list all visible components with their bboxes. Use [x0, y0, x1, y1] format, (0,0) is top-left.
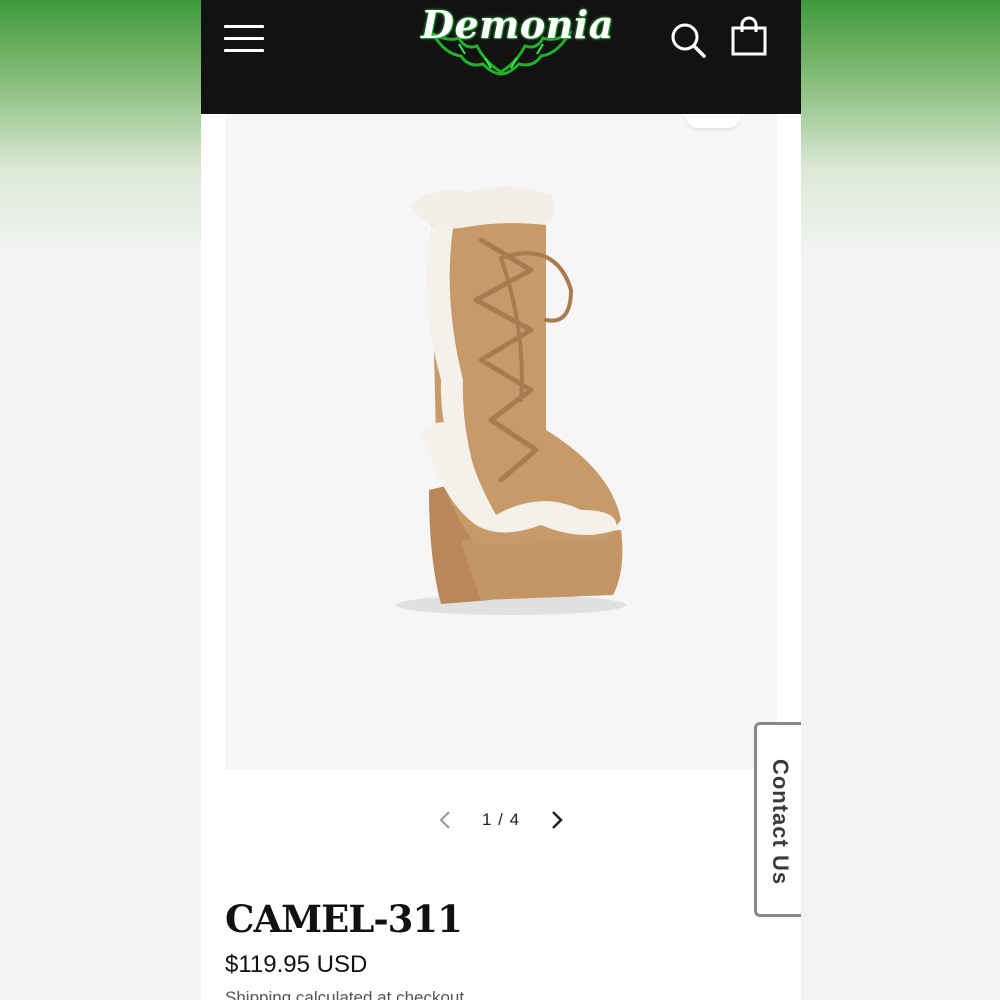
wishlist-button[interactable]	[685, 114, 741, 128]
shipping-note: Shipping calculated at checkout	[225, 988, 465, 1000]
chevron-left-icon[interactable]	[433, 806, 457, 834]
search-icon[interactable]	[669, 20, 709, 60]
product-image[interactable]	[381, 180, 631, 630]
chevron-right-icon[interactable]	[545, 806, 569, 834]
hamburger-menu-icon[interactable]	[224, 25, 264, 53]
product-price: $119.95 USD	[225, 951, 368, 978]
brand-logo[interactable]: Demonia	[421, 0, 614, 80]
product-title: CAMEL-311	[225, 897, 463, 941]
gallery-pagination: 1 / 4	[433, 806, 569, 834]
site-header: Demonia	[201, 0, 801, 114]
shopping-bag-icon[interactable]	[729, 16, 769, 58]
gallery-counter: 1 / 4	[481, 810, 521, 829]
contact-us-label: Contact Us	[768, 758, 793, 886]
mobile-viewport: Demonia 1 / 4 Contact Us CAMEL-311 $119.…	[201, 0, 801, 1000]
logo-wordmark: Demonia	[421, 2, 614, 47]
contact-us-tab[interactable]: Contact Us	[754, 722, 801, 917]
